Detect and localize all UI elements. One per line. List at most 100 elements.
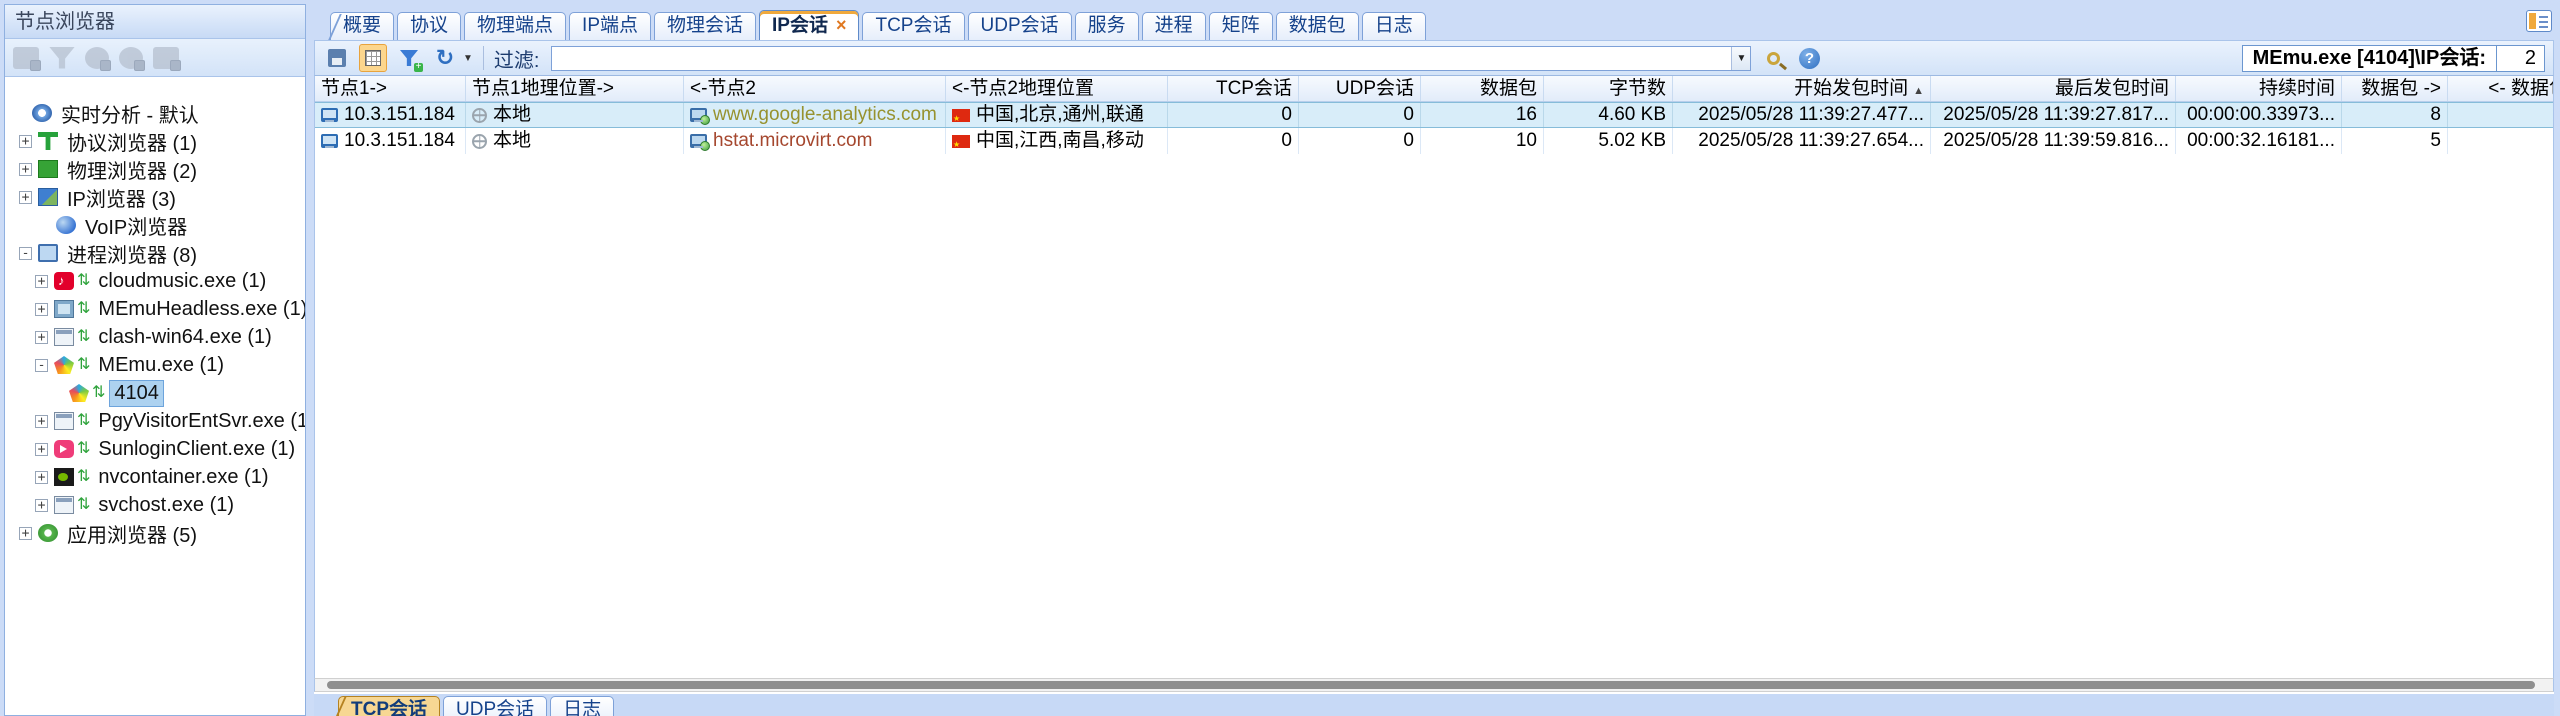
sidebar-item-ip-browser[interactable]: + IP浏览器 (3) <box>5 183 305 211</box>
scrollbar-thumb[interactable] <box>327 681 2535 689</box>
column-header-udp-sessions[interactable]: UDP会话 <box>1299 76 1421 101</box>
sidebar-item-memu[interactable]: - ⇅ MEmu.exe (1) <box>5 351 305 379</box>
bottom-tab-udp-session[interactable]: UDP会话 <box>443 696 548 716</box>
bottom-tab-log[interactable]: 日志 <box>550 696 615 716</box>
filter-combobox[interactable]: ▼ <box>551 45 1752 71</box>
table-row[interactable]: 10.3.151.184 本地 www.google-analytics.com… <box>315 102 2553 128</box>
sidebar-item-realtime-analysis[interactable]: 实时分析 - 默认 <box>5 99 305 127</box>
sort-ascending-icon: ▲ <box>1913 85 1924 97</box>
sidebar-item-physical-browser[interactable]: + 物理浏览器 (2) <box>5 155 305 183</box>
column-header-packets-in[interactable]: <- 数据包 <box>2448 76 2553 101</box>
pgyvisitorentsvr-icon <box>54 412 74 430</box>
column-header-bytes[interactable]: 字节数 <box>1544 76 1673 101</box>
expand-icon[interactable]: + <box>35 498 48 512</box>
column-header-node1[interactable]: 节点1-> <box>315 76 466 101</box>
expand-icon[interactable]: + <box>35 470 48 484</box>
expand-icon[interactable]: - <box>35 358 48 372</box>
session-counter-label: MEmu.exe [4104]\IP会话: <box>2241 44 2497 72</box>
table-row[interactable]: 10.3.151.184 本地 hstat.microvirt.com 中国,江… <box>315 128 2553 154</box>
expand-icon[interactable]: + <box>19 190 32 204</box>
search-button[interactable] <box>1759 44 1787 72</box>
add-filter-icon[interactable] <box>49 46 75 69</box>
tab-ip-session-active[interactable]: IP会话 × <box>759 10 860 40</box>
refresh-button[interactable]: ↻ <box>431 44 459 72</box>
column-header-start-time-sorted[interactable]: 开始发包时间 ▲ <box>1673 76 1931 101</box>
add-filter-button[interactable]: + <box>395 44 423 72</box>
tab-matrix[interactable]: 矩阵 <box>1208 12 1273 40</box>
sidebar-item-nvcontainer[interactable]: + ⇅ nvcontainer.exe (1) <box>5 463 305 491</box>
add-endpoint-view-icon[interactable] <box>13 46 41 71</box>
horizontal-scrollbar[interactable] <box>314 678 2554 692</box>
sidebar-item-cloudmusic[interactable]: + ⇅ cloudmusic.exe (1) <box>5 267 305 295</box>
tab-udp-session[interactable]: UDP会话 <box>967 12 1072 40</box>
expand-icon[interactable]: + <box>35 274 48 288</box>
cell-duration: 00:00:32.16181... <box>2176 128 2342 154</box>
tab-log[interactable]: 日志 <box>1361 12 1426 40</box>
tab-packet[interactable]: 数据包 <box>1275 12 1359 40</box>
add-graph-icon[interactable] <box>85 46 111 71</box>
filter-input[interactable] <box>552 46 1732 70</box>
sidebar-item-memuheadless[interactable]: + ⇅ MEmuHeadless.exe (1) <box>5 295 305 323</box>
export-button[interactable] <box>323 44 351 72</box>
sidebar-splitter[interactable] <box>306 4 314 716</box>
fixed-columns-button[interactable] <box>359 44 387 72</box>
sidebar-item-label: VoIP浏览器 <box>85 216 188 239</box>
add-report-icon[interactable] <box>153 46 181 71</box>
sidebar-item-memu-pid-4104[interactable]: ⇅ 4104 <box>5 379 305 407</box>
close-tab-icon[interactable]: × <box>836 15 847 35</box>
memu-icon <box>69 384 89 402</box>
ip-browser-icon <box>38 188 58 206</box>
column-header-node1-geo[interactable]: 节点1地理位置-> <box>466 76 684 101</box>
sidebar-item-sunloginclient[interactable]: + ⇅ SunloginClient.exe (1) <box>5 435 305 463</box>
expand-icon[interactable]: + <box>19 134 32 148</box>
sidebar-item-svchost[interactable]: + ⇅ svchost.exe (1) <box>5 491 305 519</box>
physical-browser-icon <box>38 160 58 178</box>
traffic-arrows-icon: ⇅ <box>77 440 91 457</box>
sidebar-item-label: nvcontainer.exe (1) <box>98 465 269 488</box>
expand-icon[interactable]: + <box>35 330 48 344</box>
expand-icon[interactable]: + <box>35 302 48 316</box>
help-button[interactable]: ? <box>1795 44 1823 72</box>
cell-last-time: 2025/05/28 11:39:59.816... <box>1931 128 2176 154</box>
filter-dropdown-button[interactable]: ▼ <box>1731 46 1751 70</box>
column-header-node2-geo[interactable]: <-节点2地理位置 <box>946 76 1168 101</box>
sidebar-item-process-browser[interactable]: - 进程浏览器 (8) <box>5 239 305 267</box>
column-header-packets-out[interactable]: 数据包 -> <box>2342 76 2448 101</box>
save-icon <box>328 49 346 67</box>
add-alarm-icon[interactable] <box>119 46 145 71</box>
tab-ip-endpoint[interactable]: IP端点 <box>569 12 651 40</box>
tab-physical-endpoint[interactable]: 物理端点 <box>464 12 567 40</box>
tab-process[interactable]: 进程 <box>1141 12 1206 40</box>
cell-udp-sessions: 0 <box>1299 103 1421 127</box>
traffic-arrows-icon: ⇅ <box>77 356 91 373</box>
realtime-analysis-icon <box>32 104 52 122</box>
sidebar-item-clash-win64[interactable]: + ⇅ clash-win64.exe (1) <box>5 323 305 351</box>
tab-tcp-session[interactable]: TCP会话 <box>862 12 965 40</box>
sidebar-item-label: SunloginClient.exe (1) <box>98 437 296 460</box>
column-header-last-time[interactable]: 最后发包时间 <box>1931 76 2176 101</box>
panel-toggle-icon[interactable] <box>2526 10 2552 32</box>
expand-icon[interactable]: - <box>19 246 32 260</box>
column-header-duration[interactable]: 持续时间 <box>2176 76 2342 101</box>
sidebar-item-voip-browser[interactable]: VoIP浏览器 <box>5 211 305 239</box>
expand-icon[interactable]: + <box>35 414 48 428</box>
expand-icon[interactable]: + <box>19 162 32 176</box>
tab-label: IP端点 <box>582 15 638 36</box>
expand-icon[interactable]: + <box>19 526 32 540</box>
sidebar-item-protocol-browser[interactable]: + 协议浏览器 (1) <box>5 127 305 155</box>
tab-physical-session[interactable]: 物理会话 <box>654 12 757 40</box>
bottom-tab-bar: TCP会话 UDP会话 日志 <box>314 692 2554 716</box>
bottom-tab-tcp-session[interactable]: TCP会话 <box>338 696 441 716</box>
refresh-caret-icon[interactable]: ▼ <box>463 53 473 64</box>
column-header-node2[interactable]: <-节点2 <box>684 76 946 101</box>
memu-icon <box>54 356 74 374</box>
sidebar-item-label-selected: 4104 <box>109 379 164 407</box>
column-header-packets[interactable]: 数据包 <box>1421 76 1544 101</box>
table-empty-area <box>315 154 2553 678</box>
column-header-tcp-sessions[interactable]: TCP会话 <box>1168 76 1299 101</box>
expand-icon[interactable]: + <box>35 442 48 456</box>
sidebar-item-app-browser[interactable]: + 应用浏览器 (5) <box>5 519 305 547</box>
tab-protocol[interactable]: 协议 <box>397 12 462 40</box>
tab-service[interactable]: 服务 <box>1074 12 1139 40</box>
sidebar-item-pgyvisitorentsvr[interactable]: + ⇅ PgyVisitorEntSvr.exe (1) <box>5 407 305 435</box>
